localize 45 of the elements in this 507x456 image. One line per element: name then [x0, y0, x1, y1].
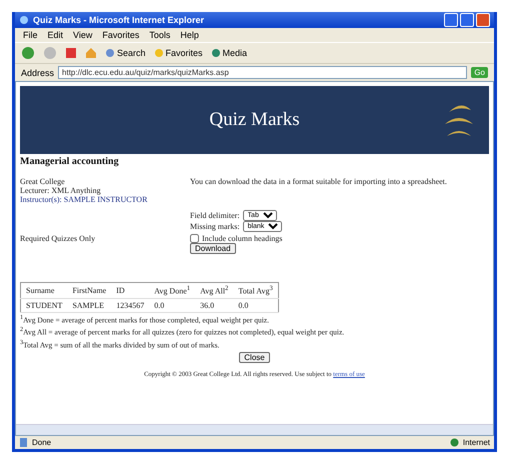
maximize-button[interactable] — [460, 13, 474, 27]
close-page-button[interactable]: Close — [239, 352, 270, 364]
toolbar-button[interactable]: Media — [210, 48, 248, 58]
menu-item[interactable]: File — [23, 30, 38, 40]
course-heading: Managerial accounting — [20, 156, 120, 167]
menu-item[interactable]: View — [73, 30, 92, 40]
menu-item[interactable]: Edit — [48, 30, 64, 40]
zone-text: Internet — [462, 438, 490, 447]
page-title: Quiz Marks — [209, 109, 300, 131]
column-header: FirstName — [67, 282, 112, 298]
minimize-button[interactable] — [444, 13, 458, 27]
status-text: Done — [32, 438, 52, 447]
stop-icon[interactable] — [65, 47, 77, 59]
toolbar-button[interactable]: Favorites — [154, 48, 203, 58]
column-header: Avg All$^{2}$ — [195, 282, 234, 298]
field-label: Missing marks: — [190, 222, 240, 231]
field-label: Field delimiter: — [190, 211, 240, 220]
info-line: Lecturer: XML Anything — [20, 186, 102, 195]
page-icon — [19, 438, 28, 447]
column-header: Total Avg$^{3}$ — [233, 282, 278, 298]
download-note: You can download the data in a format suitable for importing into a spreadsheet. — [190, 177, 448, 188]
checkbox[interactable] — [190, 234, 199, 243]
address-field[interactable]: http://dlc.ecu.edu.au/quiz/marks/quizMarks.asp — [58, 66, 468, 79]
horizontal-scrollbar[interactable] — [16, 424, 493, 435]
column-header: ID — [111, 282, 150, 298]
table-cell: 1234567 — [111, 298, 150, 312]
filter-label: Required Quizzes Only — [20, 234, 96, 243]
table-cell: 36.0 — [195, 298, 234, 312]
table-cell: SAMPLE — [67, 298, 112, 312]
download-button[interactable]: Download — [190, 243, 236, 254]
info-line: Instructor(s): SAMPLE INSTRUCTOR — [20, 195, 148, 204]
close-button[interactable] — [476, 13, 490, 27]
window-title: Quiz Marks - Microsoft Internet Explorer — [33, 15, 206, 25]
menu-item[interactable]: Tools — [149, 30, 170, 40]
table-cell: 0.0 — [149, 298, 196, 312]
column-header: Avg Done$^{1}$ — [149, 282, 196, 298]
menu-item[interactable]: Favorites — [102, 30, 140, 40]
checkbox-label: Include column headings — [202, 234, 282, 243]
column-header: Surname — [20, 282, 68, 298]
address-label: Address — [21, 68, 54, 78]
table-cell: 0.0 — [233, 298, 278, 312]
table-cell: STUDENT — [20, 298, 68, 312]
info-line: Great College — [20, 177, 66, 186]
menu-item[interactable]: Help — [180, 30, 199, 40]
toolbar-button[interactable]: Search — [105, 48, 146, 58]
